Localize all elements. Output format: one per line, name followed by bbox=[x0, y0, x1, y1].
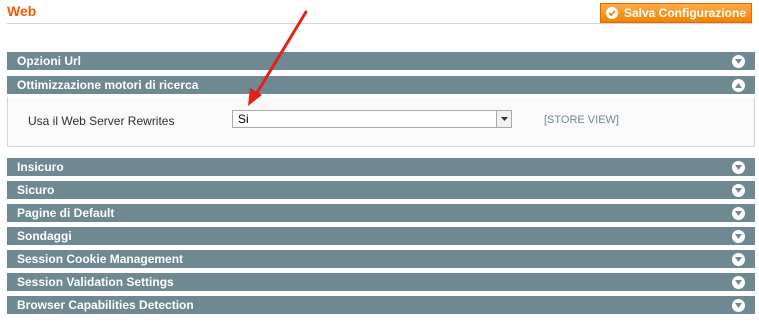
dropdown-arrow-icon bbox=[496, 111, 511, 127]
section-label: Pagine di Default bbox=[17, 206, 115, 220]
section-insicuro[interactable]: Insicuro bbox=[7, 158, 755, 177]
section-pagine-default[interactable]: Pagine di Default bbox=[7, 204, 755, 223]
chevron-down-icon bbox=[732, 55, 745, 68]
page-title: Web bbox=[7, 3, 37, 19]
section-sicuro[interactable]: Sicuro bbox=[7, 181, 755, 200]
chevron-down-icon bbox=[732, 161, 745, 174]
chevron-down-icon bbox=[732, 230, 745, 243]
save-config-label: Salva Configurazione bbox=[623, 6, 747, 20]
chevron-down-icon bbox=[732, 276, 745, 289]
section-label: Sicuro bbox=[17, 183, 55, 197]
web-server-rewrites-label: Usa il Web Server Rewrites bbox=[28, 114, 175, 128]
section-opzioni-url[interactable]: Opzioni Url bbox=[7, 52, 755, 71]
web-server-rewrites-select[interactable]: Si bbox=[232, 110, 512, 128]
section-label: Opzioni Url bbox=[17, 54, 81, 68]
chevron-down-icon bbox=[732, 253, 745, 266]
select-value: Si bbox=[238, 112, 249, 126]
scope-badge: [STORE VIEW] bbox=[544, 114, 619, 126]
save-config-button[interactable]: Salva Configurazione bbox=[600, 3, 752, 23]
section-ottimizzazione-motori[interactable]: Ottimizzazione motori di ricerca bbox=[7, 76, 755, 95]
section-sondaggi[interactable]: Sondaggi bbox=[7, 227, 755, 246]
section-label: Ottimizzazione motori di ricerca bbox=[17, 78, 199, 92]
chevron-down-icon bbox=[732, 207, 745, 220]
section-label: Session Validation Settings bbox=[17, 275, 174, 289]
section-label: Browser Capabilities Detection bbox=[17, 298, 194, 312]
title-divider bbox=[7, 23, 752, 24]
section-session-validation[interactable]: Session Validation Settings bbox=[7, 273, 755, 292]
section-session-cookie[interactable]: Session Cookie Management bbox=[7, 250, 755, 269]
seo-settings-panel: Usa il Web Server Rewrites Si [STORE VIE… bbox=[7, 97, 755, 147]
checkmark-icon bbox=[605, 7, 618, 19]
section-label: Insicuro bbox=[17, 160, 64, 174]
section-browser-capabilities[interactable]: Browser Capabilities Detection bbox=[7, 296, 755, 315]
section-label: Session Cookie Management bbox=[17, 252, 184, 266]
chevron-up-icon bbox=[732, 79, 745, 92]
chevron-down-icon bbox=[732, 184, 745, 197]
chevron-down-icon bbox=[732, 299, 745, 312]
section-label: Sondaggi bbox=[17, 229, 72, 243]
